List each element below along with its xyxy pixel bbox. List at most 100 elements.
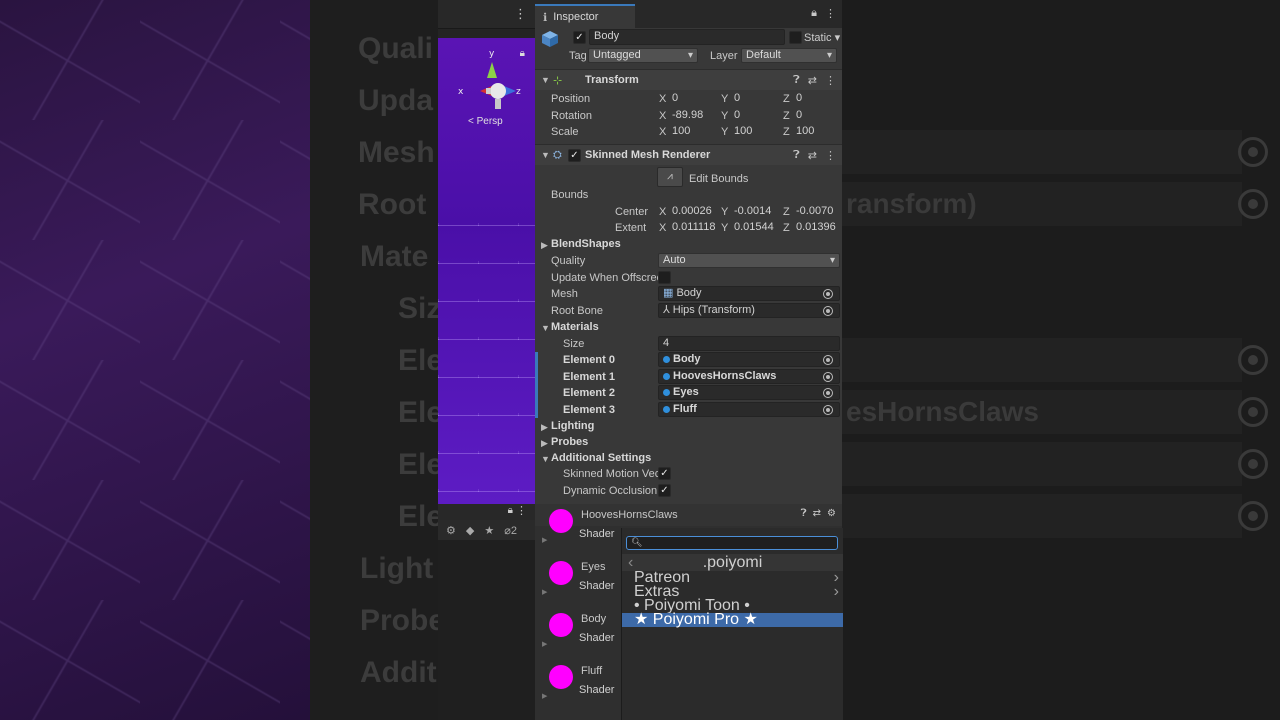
- ghost-text: Upda: [358, 84, 433, 117]
- transform-header[interactable]: ▼ ⊹ Transform ❓︎ ⇄ ⋮: [535, 69, 842, 90]
- object-name-field[interactable]: Body: [589, 29, 785, 45]
- material-icon: [663, 356, 670, 363]
- extent-y-field[interactable]: 0.01544: [730, 221, 780, 236]
- lock-icon[interactable]: 🔒︎: [508, 505, 513, 516]
- object-picker-icon[interactable]: [823, 388, 833, 398]
- skinned-motion-checkbox[interactable]: ✓: [658, 467, 671, 480]
- expand-icon[interactable]: ▶: [542, 588, 547, 596]
- shader-menu-item-selected[interactable]: ★ Poiyomi Pro ★: [622, 612, 843, 628]
- ghost-text: Ele: [398, 500, 444, 533]
- material-entry[interactable]: Eyes Shader ▶: [535, 556, 622, 608]
- object-picker-icon[interactable]: [823, 289, 833, 299]
- static-checkbox[interactable]: [789, 31, 802, 44]
- expand-icon[interactable]: ▶: [542, 692, 547, 700]
- collapse-icon[interactable]: ▼: [541, 454, 550, 464]
- expand-icon[interactable]: ▶: [542, 536, 547, 544]
- tag-icon[interactable]: ◆: [466, 524, 474, 537]
- mesh-field[interactable]: ▦ Body: [658, 286, 840, 301]
- scene-viewport[interactable]: y x z 🔒︎ < Persp: [438, 38, 535, 504]
- rotation-z-field[interactable]: 0: [792, 109, 840, 124]
- preset-icon[interactable]: ⇄: [808, 74, 817, 87]
- element-3-field[interactable]: Fluff: [658, 402, 840, 417]
- expand-icon[interactable]: ▶: [541, 422, 548, 433]
- help-icon[interactable]: ❓︎: [793, 74, 800, 87]
- update-offscreen-checkbox[interactable]: [658, 271, 671, 284]
- object-picker-icon[interactable]: [823, 355, 833, 365]
- expand-icon[interactable]: ▶: [541, 240, 548, 251]
- persp-label[interactable]: < Persp: [468, 116, 503, 127]
- scale-y-field[interactable]: 100: [730, 125, 778, 140]
- ghost-text: Mate: [360, 240, 429, 273]
- rotation-x-field[interactable]: -89.98: [668, 109, 716, 124]
- mesh-label: Mesh: [551, 288, 578, 300]
- probes-foldout[interactable]: Probes: [551, 436, 588, 448]
- object-picker-icon[interactable]: [823, 372, 833, 382]
- position-y-field[interactable]: 0: [730, 92, 778, 107]
- back-arrow-icon[interactable]: ‹: [628, 554, 633, 571]
- more-options-icon[interactable]: ⋮: [825, 149, 836, 162]
- layer-dropdown[interactable]: Default: [741, 48, 837, 63]
- layer-label: Layer: [710, 50, 738, 62]
- active-checkbox[interactable]: ✓: [573, 31, 586, 44]
- center-x-field[interactable]: 0.00026: [668, 205, 718, 220]
- scale-x-field[interactable]: 100: [668, 125, 716, 140]
- blendshapes-foldout[interactable]: BlendShapes: [551, 238, 621, 250]
- component-title: Skinned Mesh Renderer: [585, 149, 711, 161]
- more-options-icon[interactable]: ⋮: [514, 6, 527, 22]
- lock-icon[interactable]: 🔒︎: [811, 7, 817, 20]
- root-bone-field[interactable]: ⅄ Hips (Transform): [658, 303, 840, 318]
- materials-foldout[interactable]: Materials: [551, 321, 599, 333]
- more-options-icon[interactable]: ⋮: [825, 7, 836, 20]
- element-1-field[interactable]: HoovesHornsClaws: [658, 369, 840, 384]
- scene-view[interactable]: ⋮ y x z 🔒︎ < Persp: [438, 0, 535, 504]
- materials-size-field[interactable]: 4: [658, 336, 840, 351]
- extent-z-field[interactable]: 0.01396: [792, 221, 840, 236]
- material-entry[interactable]: Fluff Shader ▶: [535, 660, 622, 712]
- extent-x-field[interactable]: 0.011118: [668, 221, 718, 236]
- shader-search-input[interactable]: 🔍︎: [626, 536, 838, 550]
- dynamic-occlusion-checkbox[interactable]: ✓: [658, 484, 671, 497]
- material-entry[interactable]: Body Shader ▶: [535, 608, 622, 660]
- element-1-label: Element 1: [563, 371, 615, 383]
- lighting-foldout[interactable]: Lighting: [551, 420, 594, 432]
- more-options-icon[interactable]: ⋮: [516, 504, 527, 517]
- tag-dropdown[interactable]: Untagged: [588, 48, 698, 63]
- hierarchy-icon[interactable]: ⚙: [446, 524, 456, 537]
- tab-inspector[interactable]: ℹ Inspector: [535, 4, 635, 28]
- additional-settings-foldout[interactable]: Additional Settings: [551, 452, 651, 464]
- center-y-field[interactable]: -0.0014: [730, 205, 780, 220]
- collapse-icon[interactable]: ▼: [541, 75, 550, 85]
- help-icon[interactable]: ❓︎: [793, 149, 800, 162]
- gear-icon[interactable]: ⚙: [827, 508, 836, 519]
- element-2-field[interactable]: Eyes: [658, 385, 840, 400]
- skinned-mesh-renderer-header[interactable]: ▼ ⛭ ✓ Skinned Mesh Renderer ❓︎ ⇄ ⋮: [535, 144, 842, 165]
- expand-icon[interactable]: ▶: [541, 438, 548, 449]
- material-entry[interactable]: HoovesHornsClaws Shader ▶: [535, 504, 678, 556]
- scene-toolbar-area: 🔒︎ ⋮ ⚙ ◆ ★ ⌀2: [438, 504, 535, 720]
- scale-z-field[interactable]: 100: [792, 125, 840, 140]
- preset-icon[interactable]: ⇄: [813, 508, 821, 519]
- position-z-field[interactable]: 0: [792, 92, 840, 107]
- position-x-field[interactable]: 0: [668, 92, 716, 107]
- hidden-count[interactable]: ⌀2: [504, 524, 517, 537]
- expand-icon[interactable]: ▶: [542, 640, 547, 648]
- collapse-icon[interactable]: ▼: [541, 150, 550, 160]
- more-options-icon[interactable]: ⋮: [825, 74, 836, 87]
- element-0-field[interactable]: Body: [658, 352, 840, 367]
- edit-bounds-button[interactable]: ⩘: [657, 167, 683, 187]
- star-icon[interactable]: ★: [484, 524, 494, 537]
- component-enabled-checkbox[interactable]: ✓: [568, 149, 581, 162]
- collapse-icon[interactable]: ▼: [541, 323, 550, 333]
- orientation-gizmo[interactable]: y x z: [452, 44, 522, 144]
- ghost-circle-icon: [1238, 501, 1268, 531]
- object-picker-icon[interactable]: [823, 405, 833, 415]
- center-z-field[interactable]: -0.0070: [792, 205, 840, 220]
- material-icon: [663, 373, 670, 380]
- help-icon[interactable]: ❓︎: [801, 508, 807, 519]
- quality-dropdown[interactable]: Auto: [658, 253, 840, 268]
- lock-icon[interactable]: 🔒︎: [520, 48, 525, 59]
- preset-icon[interactable]: ⇄: [808, 149, 817, 162]
- rotation-y-field[interactable]: 0: [730, 109, 778, 124]
- object-picker-icon[interactable]: [823, 306, 833, 316]
- static-dropdown[interactable]: Static ▾: [804, 31, 840, 44]
